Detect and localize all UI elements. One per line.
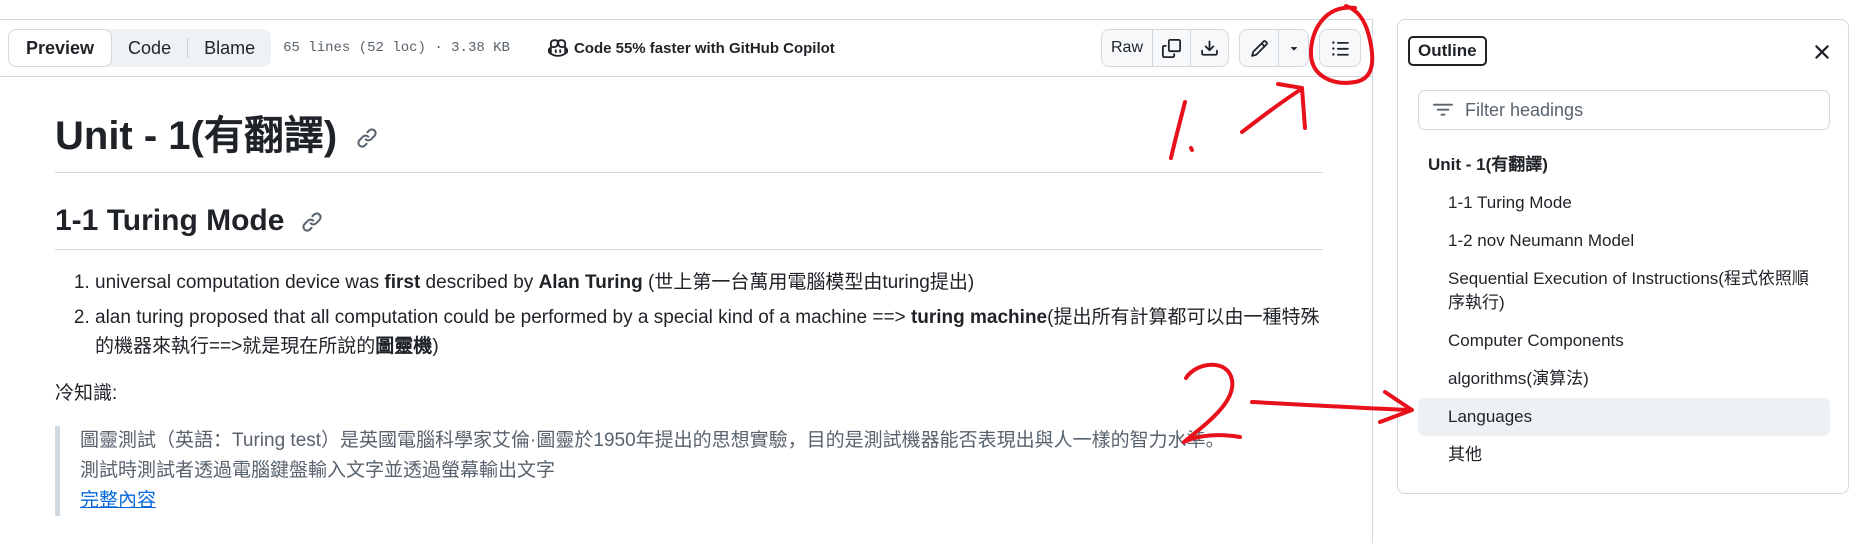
view-mode-switcher: Preview Code Blame: [8, 29, 272, 67]
heading-unit-1-text: Unit - 1(有翻譯): [55, 114, 338, 158]
outline-item-sequential-execution[interactable]: Sequential Execution of Instructions(程式依…: [1418, 260, 1830, 322]
filter-headings-input[interactable]: [1465, 99, 1805, 121]
copy-icon: [1162, 38, 1181, 58]
ordered-list: universal computation device was first d…: [55, 268, 1323, 361]
heading-unit-1: Unit - 1(有翻譯): [55, 108, 1323, 173]
filter-headings-field[interactable]: [1418, 90, 1830, 130]
file-info: 65 lines (52 loc) · 3.38 KB: [283, 40, 510, 56]
copilot-promo-text: Code 55% faster with GitHub Copilot: [573, 39, 835, 57]
tab-code[interactable]: Code: [112, 29, 187, 67]
blockquote: 圖靈測試（英語：Turing test）是英國電腦科學家艾倫·圖靈於1950年提…: [55, 426, 1323, 516]
outline-item-languages[interactable]: Languages: [1418, 398, 1830, 436]
copilot-icon: [547, 39, 568, 57]
list-item-bold: first: [384, 272, 421, 293]
raw-button[interactable]: Raw: [1102, 30, 1152, 66]
screenshot-stage: Preview Code Blame 65 lines (52 loc) · 3…: [0, 0, 1855, 543]
caret-down-icon: [1290, 47, 1297, 51]
pencil-icon: [1250, 39, 1268, 57]
download-icon: [1201, 39, 1218, 56]
edit-file-button[interactable]: [1240, 30, 1278, 66]
outline-item-turing-mode[interactable]: 1-1 Turing Mode: [1418, 184, 1830, 222]
heading-1-1: 1-1 Turing Mode: [55, 201, 1323, 250]
list-item-bold: turing machine: [910, 307, 1048, 328]
download-raw-button[interactable]: [1190, 30, 1228, 66]
close-icon[interactable]: [1810, 40, 1834, 64]
file-view: Preview Code Blame 65 lines (52 loc) · 3…: [0, 19, 1373, 543]
outline-panel: Outline Unit - 1(有翻譯) 1-1 Turing Mode 1-…: [1397, 19, 1849, 494]
list-item-text: ): [432, 336, 439, 357]
quote-line-1: 圖靈測試（英語：Turing test）是英國電腦科學家艾倫·圖靈於1950年提…: [80, 430, 1225, 451]
outline-toggle-button[interactable]: [1319, 29, 1361, 67]
list-item: universal computation device was first d…: [95, 268, 1323, 297]
list-item-text: (世上第一台萬用電腦模型由turing提出): [642, 272, 975, 293]
tab-blame[interactable]: Blame: [188, 29, 271, 67]
outline-item-computer-components[interactable]: Computer Components: [1418, 322, 1830, 360]
outline-title: Outline: [1408, 36, 1487, 66]
outline-item-algorithms[interactable]: algorithms(演算法): [1418, 360, 1830, 398]
heading-1-1-text: 1-1 Turing Mode: [55, 204, 285, 237]
anchor-link-icon[interactable]: [356, 127, 378, 149]
raw-copy-download-group: Raw: [1100, 29, 1229, 67]
outline-item-neumann-model[interactable]: 1-2 nov Neumann Model: [1418, 222, 1830, 260]
file-toolbar: Preview Code Blame 65 lines (52 loc) · 3…: [0, 20, 1372, 77]
outline-item-other[interactable]: 其他: [1418, 436, 1830, 474]
copy-raw-button[interactable]: [1152, 30, 1190, 66]
list-item-bold: Alan Turing: [538, 272, 643, 293]
full-content-link[interactable]: 完整內容: [80, 490, 156, 511]
list-item-text: alan turing proposed that all computatio…: [95, 307, 911, 328]
tab-preview[interactable]: Preview: [8, 29, 113, 67]
outline-list: Unit - 1(有翻譯) 1-1 Turing Mode 1-2 nov Ne…: [1418, 146, 1830, 474]
list-item-bold: 圖靈機: [375, 336, 433, 357]
edit-options-button[interactable]: [1278, 30, 1308, 66]
copilot-promo-link[interactable]: Code 55% faster with GitHub Copilot: [547, 38, 835, 58]
list-item-text: universal computation device was: [95, 272, 385, 293]
list-item: alan turing proposed that all computatio…: [95, 303, 1323, 361]
filter-icon: [1433, 103, 1453, 116]
edit-group: [1239, 29, 1309, 67]
list-item-text: described by: [420, 272, 539, 293]
list-unordered-icon: [1331, 40, 1349, 56]
markdown-body: Unit - 1(有翻譯) 1-1 Turing Mode universal …: [55, 108, 1323, 516]
anchor-link-icon[interactable]: [301, 211, 323, 233]
quote-line-2: 測試時測試者透過電腦鍵盤輸入文字並透過螢幕輸出文字: [80, 460, 556, 481]
file-actions: Raw: [1100, 29, 1361, 67]
trivia-label: 冷知識:: [55, 383, 118, 404]
outline-item-unit-1[interactable]: Unit - 1(有翻譯): [1418, 146, 1830, 184]
